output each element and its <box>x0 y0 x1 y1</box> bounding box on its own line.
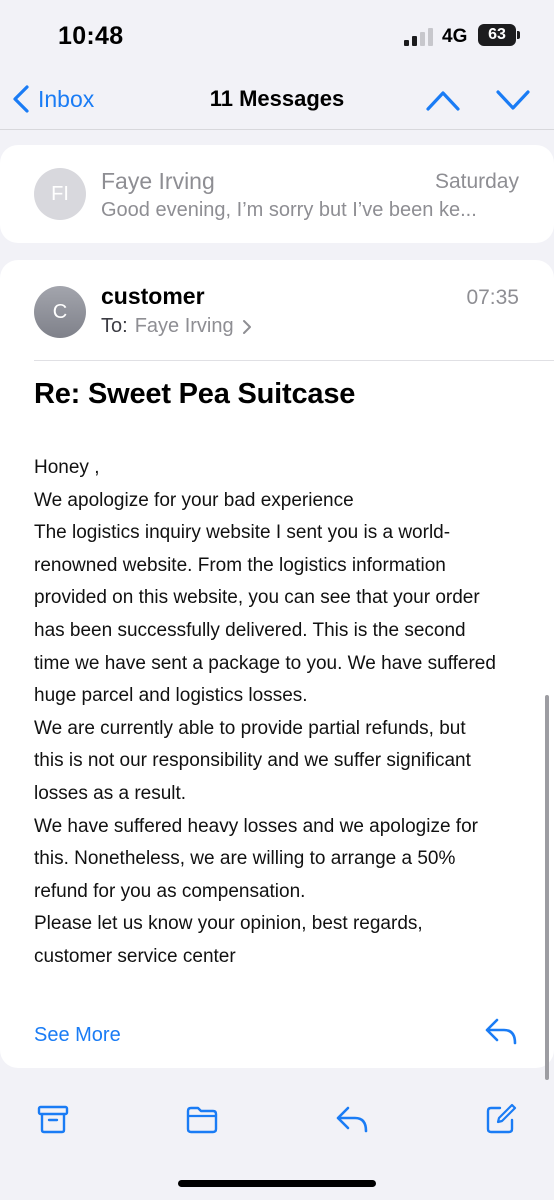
to-label: To: <box>101 315 128 337</box>
body-line: renowned website. From the logistics inf… <box>34 554 446 576</box>
reply-icon[interactable] <box>335 1102 369 1136</box>
home-indicator[interactable] <box>178 1180 376 1187</box>
network-type: 4G <box>442 26 468 47</box>
bottom-toolbar <box>0 1090 554 1200</box>
body-line: this. Nonetheless, we are willing to arr… <box>34 848 456 870</box>
message-time: 07:35 <box>466 286 519 309</box>
body-line: losses as a result. <box>34 782 187 804</box>
battery-tip <box>517 31 520 39</box>
body-line: this is not our responsibility and we su… <box>34 750 471 772</box>
reply-icon[interactable] <box>484 1016 518 1046</box>
chevron-up-icon[interactable] <box>424 86 462 114</box>
see-more-link[interactable]: See More <box>34 1024 121 1047</box>
message-sender[interactable]: customer <box>101 283 205 310</box>
body-line: Honey , <box>34 457 100 478</box>
body-line: time we have sent a package to you. We h… <box>34 652 496 674</box>
chevron-down-icon[interactable] <box>494 86 532 114</box>
message-subject: Re: Sweet Pea Suitcase <box>34 378 356 410</box>
nav-bar: Inbox 11 Messages <box>0 70 554 130</box>
cellular-signal-icon <box>404 28 433 46</box>
recipient-line[interactable]: To: Faye Irving <box>101 315 252 338</box>
archive-icon[interactable] <box>36 1102 70 1136</box>
status-time: 10:48 <box>58 22 124 50</box>
folder-icon[interactable] <box>185 1102 219 1136</box>
message-date: Saturday <box>434 170 519 193</box>
expanded-message-card: C customer 07:35 To: Faye Irving Re: Swe… <box>0 260 554 1068</box>
avatar: FI <box>34 168 86 220</box>
page-title: 11 Messages <box>209 86 345 111</box>
battery-icon: 63 <box>478 24 516 46</box>
collapsed-message-card[interactable]: FI Faye Irving Saturday Good evening, I’… <box>0 145 554 243</box>
body-line: We have suffered heavy losses and we apo… <box>34 815 478 837</box>
compose-icon[interactable] <box>484 1102 518 1136</box>
message-body: Honey , We apologize for your bad experi… <box>34 452 534 974</box>
body-line: provided on this website, you can see th… <box>34 587 480 609</box>
body-line: The logistics inquiry website I sent you… <box>34 522 451 544</box>
status-bar: 10:48 4G 63 <box>0 0 554 70</box>
scroll-indicator[interactable] <box>545 695 549 1080</box>
recipient-name: Faye Irving <box>134 315 234 337</box>
body-line: has been successfully delivered. This is… <box>34 619 466 641</box>
chevron-right-icon <box>242 319 251 334</box>
message-sender: Faye Irving <box>101 168 215 194</box>
message-preview: Good evening, I’m sorry but I’ve been ke… <box>101 199 477 221</box>
body-line: huge parcel and logistics losses. <box>34 685 308 707</box>
divider <box>34 360 554 361</box>
body-line: Please let us know your opinion, best re… <box>34 913 423 935</box>
body-line: customer service center <box>34 945 236 967</box>
avatar: C <box>34 286 86 338</box>
body-line: We are currently able to provide partial… <box>34 717 466 739</box>
body-line: refund for you as compensation. <box>34 880 306 902</box>
body-line: We apologize for your bad experience <box>34 489 354 511</box>
